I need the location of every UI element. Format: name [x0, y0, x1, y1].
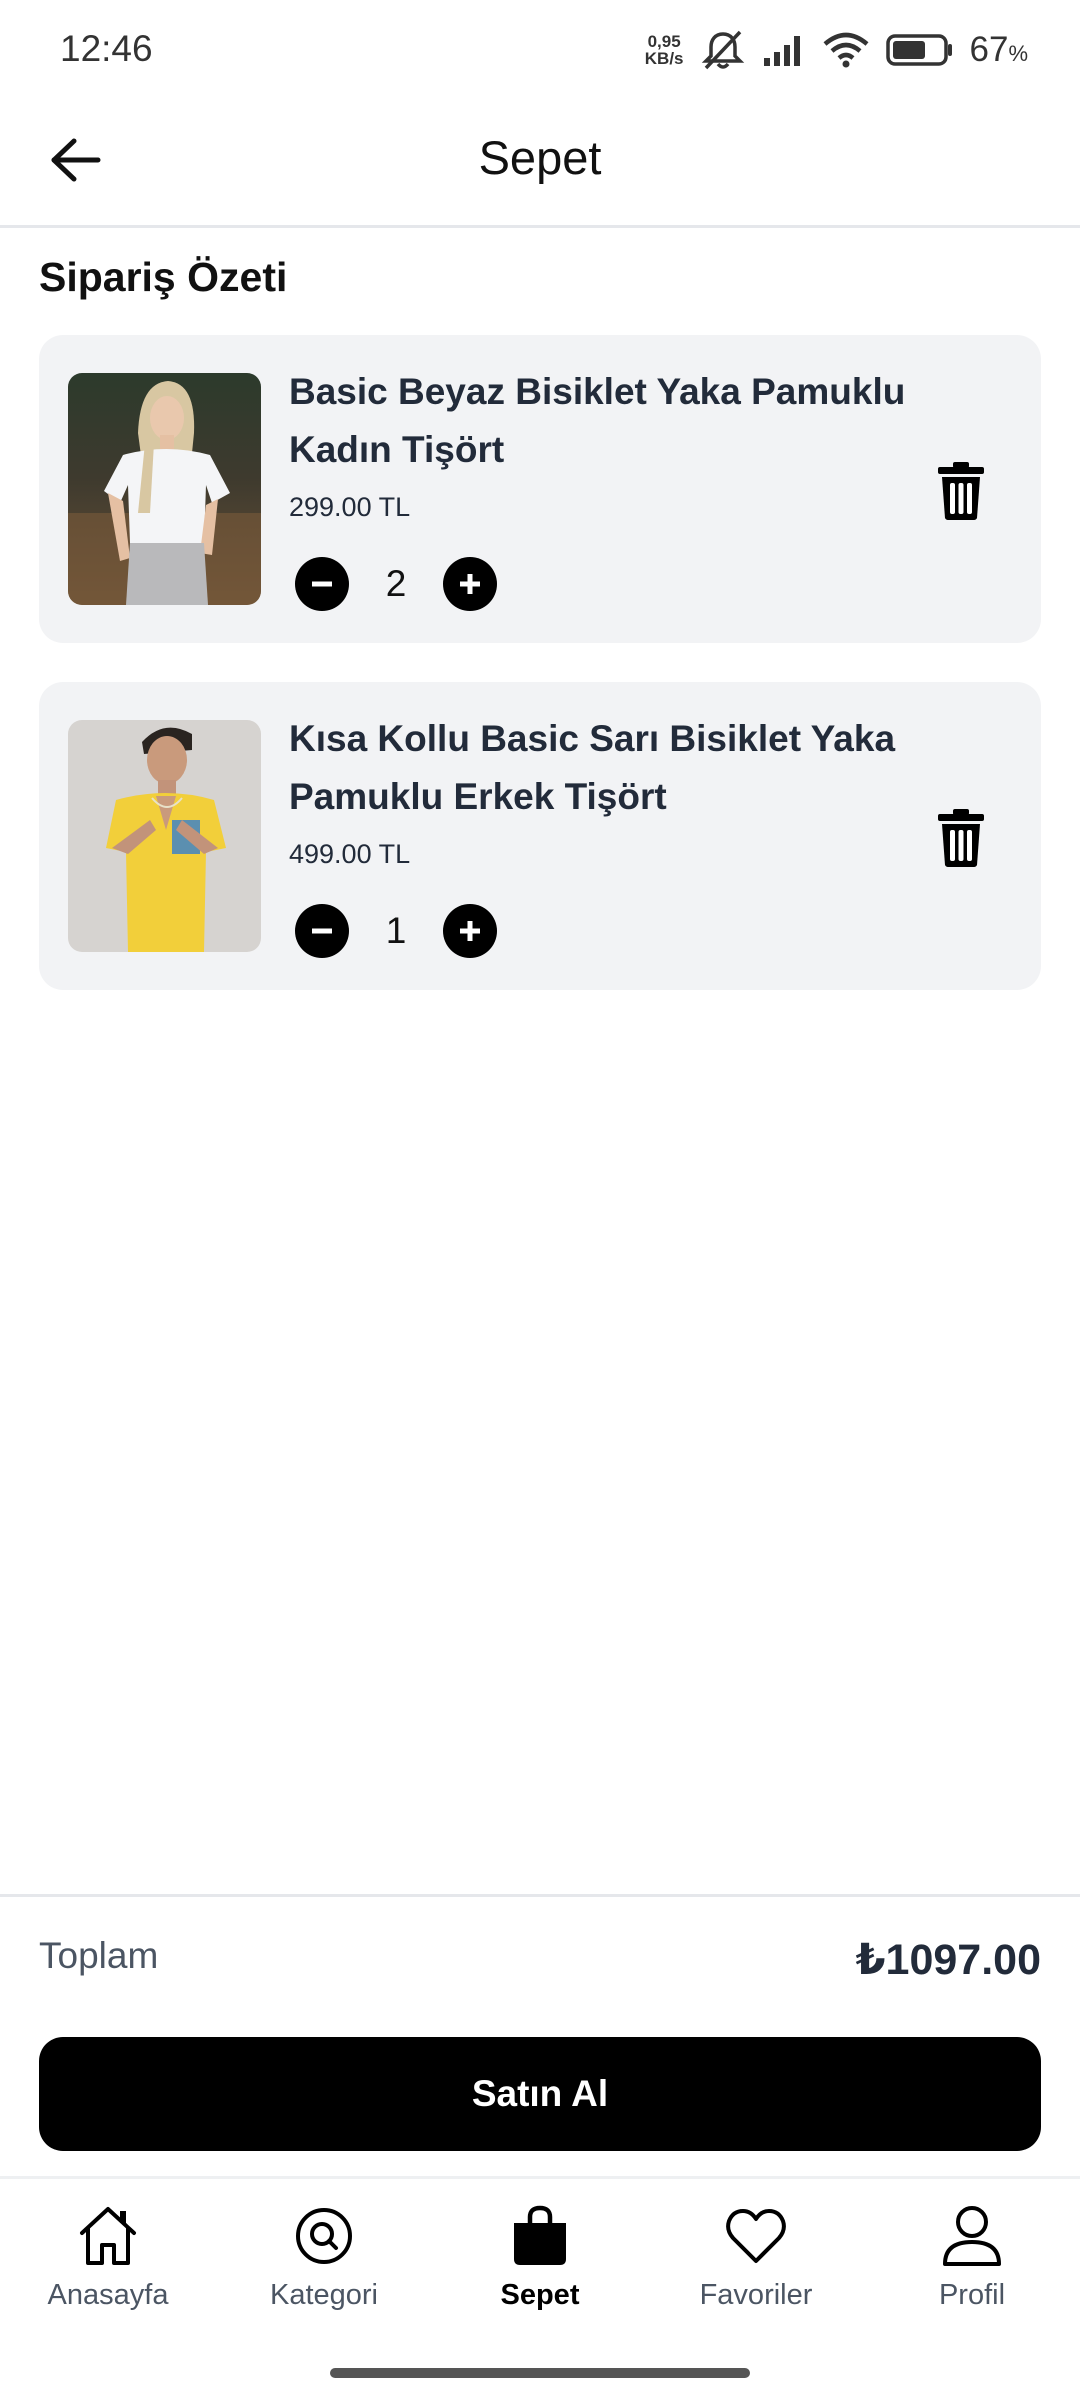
cart-item: Kısa Kollu Basic Sarı Bisiklet Yaka Pamu…: [39, 682, 1041, 990]
battery-icon: [885, 34, 952, 66]
quantity-stepper: 1: [295, 904, 497, 958]
status-time: 12:46: [60, 28, 153, 69]
product-image-woman-white-tshirt[interactable]: [68, 373, 261, 605]
battery-unit: %: [1008, 41, 1028, 66]
nav-label: Anasayfa: [47, 2279, 169, 2311]
cart-item: Basic Beyaz Bisiklet Yaka Pamuklu Kadın …: [39, 335, 1041, 643]
decrease-quantity-button[interactable]: [295, 557, 349, 611]
plus-icon: [460, 574, 480, 594]
user-icon: [943, 2206, 1001, 2266]
total-label: Toplam: [39, 1935, 159, 1976]
product-name: Kısa Kollu Basic Sarı Bisiklet Yaka Pamu…: [289, 718, 896, 817]
minus-icon: [312, 928, 332, 934]
product-name: Basic Beyaz Bisiklet Yaka Pamuklu Kadın …: [289, 371, 906, 470]
heart-icon: [726, 2209, 786, 2263]
product-price: 299.00 TL: [289, 492, 411, 522]
page-title: Sepet: [478, 131, 602, 184]
quantity-value: 2: [385, 563, 407, 604]
status-bar: 12:46 0,95 KB/s 67%: [0, 0, 1080, 100]
nav-item-favorites[interactable]: Favoriler: [648, 2179, 864, 2346]
quantity-stepper: 2: [295, 557, 497, 611]
nav-item-home[interactable]: Anasayfa: [0, 2179, 216, 2346]
network-speed-value: 0,95: [647, 32, 681, 51]
home-icon: [80, 2207, 136, 2265]
total-value: ₺1097.00: [855, 1936, 1041, 1984]
product-image-man-yellow-tshirt[interactable]: [68, 720, 261, 952]
nav-label: Profil: [938, 2279, 1006, 2311]
increase-quantity-button[interactable]: [443, 904, 497, 958]
nav-label: Favoriler: [699, 2279, 813, 2311]
network-speed: 0,95 KB/s: [645, 33, 684, 67]
order-summary-title: Sipariş Özeti: [39, 254, 288, 300]
status-icons: 0,95 KB/s 67%: [645, 26, 1028, 74]
buy-button[interactable]: Satın Al: [39, 2037, 1041, 2151]
product-price: 499.00 TL: [289, 839, 411, 869]
app-header: Sepet: [0, 100, 1080, 228]
minus-icon: [312, 581, 332, 587]
nav-item-profile[interactable]: Profil: [864, 2179, 1080, 2346]
plus-icon: [460, 921, 480, 941]
nav-item-category[interactable]: Kategori: [216, 2179, 432, 2346]
trash-icon: [938, 809, 984, 867]
wifi-icon: [823, 32, 868, 68]
quantity-value: 1: [385, 910, 407, 951]
search-circle-icon: [296, 2208, 352, 2264]
nav-label: Sepet: [500, 2279, 580, 2311]
decrease-quantity-button[interactable]: [295, 904, 349, 958]
nav-label: Kategori: [269, 2279, 378, 2311]
increase-quantity-button[interactable]: [443, 557, 497, 611]
nav-item-cart[interactable]: Sepet: [432, 2179, 648, 2346]
trash-icon: [938, 462, 984, 520]
shopping-bag-icon: [514, 2205, 566, 2265]
cart-summary: Toplam ₺1097.00 Satın Al: [0, 1894, 1080, 2176]
signal-icon: [763, 36, 800, 66]
battery-level: 67: [969, 30, 1009, 69]
delete-item-button[interactable]: [932, 806, 990, 870]
network-speed-unit: KB/s: [644, 49, 684, 68]
bell-muted-icon: [701, 30, 744, 70]
bottom-navigation: Anasayfa Kategori Sepet Favoriler Profil: [0, 2176, 1080, 2346]
delete-item-button[interactable]: [932, 459, 990, 523]
battery-percentage: 67%: [970, 30, 1029, 70]
home-indicator[interactable]: [330, 2368, 750, 2378]
